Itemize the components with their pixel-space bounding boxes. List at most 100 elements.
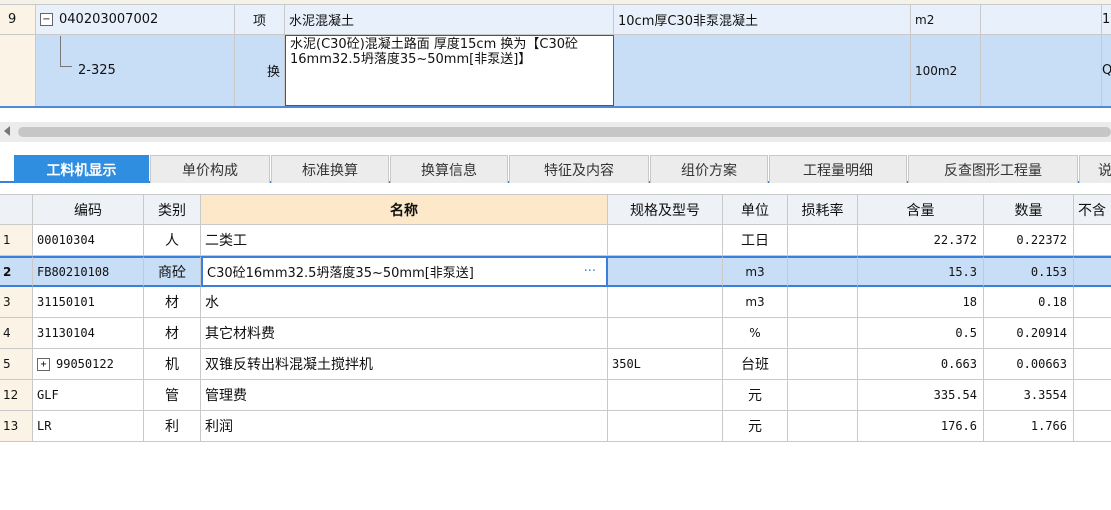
resource-unit[interactable]: m3 <box>723 287 788 318</box>
item-code-cell[interactable]: − 040203007002 <box>36 5 235 34</box>
resource-quantity[interactable]: 0.20914 <box>984 318 1074 349</box>
col-header-category[interactable]: 类别 <box>144 194 201 225</box>
resource-code[interactable]: GLF <box>33 380 144 411</box>
item-name[interactable]: 水泥混凝土 <box>285 5 614 34</box>
tab-quantity-detail[interactable]: 工程量明细 <box>769 155 907 183</box>
resource-unit[interactable]: % <box>723 318 788 349</box>
item-sub-row[interactable]: 2-325 换 水泥(C30砼)混凝土路面 厚度15cm 换为【C30砼16mm… <box>0 35 1111 108</box>
resource-spec[interactable] <box>608 318 723 349</box>
item-feature[interactable]: 10cm厚C30非泵混凝土 <box>614 5 911 34</box>
resource-excl[interactable] <box>1074 256 1111 287</box>
resource-spec[interactable] <box>608 225 723 256</box>
resource-loss-rate[interactable] <box>788 380 858 411</box>
scrollbar-thumb[interactable] <box>18 127 1111 137</box>
resource-category[interactable]: 商砼 <box>144 256 201 287</box>
resource-name[interactable]: C30砼16mm32.5坍落度35~50mm[非泵送] <box>207 262 474 281</box>
resource-loss-rate[interactable] <box>788 256 858 287</box>
resource-excl[interactable] <box>1074 380 1111 411</box>
resource-code[interactable]: 00010304 <box>33 225 144 256</box>
resource-spec[interactable] <box>608 380 723 411</box>
col-header-code[interactable]: 编码 <box>33 194 144 225</box>
col-header-excl[interactable]: 不含 <box>1074 194 1111 225</box>
resource-category[interactable]: 利 <box>144 411 201 442</box>
resource-excl[interactable] <box>1074 225 1111 256</box>
resource-quantity[interactable]: 1.766 <box>984 411 1074 442</box>
resource-name-editor[interactable]: C30砼16mm32.5坍落度35~50mm[非泵送] ··· <box>201 256 608 287</box>
resource-row-selected[interactable]: 2 FB80210108 商砼 C30砼16mm32.5坍落度35~50mm[非… <box>0 256 1111 287</box>
resource-unit[interactable]: 工日 <box>723 225 788 256</box>
resource-content[interactable]: 335.54 <box>858 380 984 411</box>
sub-name[interactable]: 水泥(C30砼)混凝土路面 厚度15cm 换为【C30砼16mm32.5坍落度3… <box>285 35 614 106</box>
more-options-icon[interactable]: ··· <box>584 264 596 279</box>
resource-excl[interactable] <box>1074 318 1111 349</box>
col-header-quantity[interactable]: 数量 <box>984 194 1074 225</box>
tab-standard-conversion[interactable]: 标准换算 <box>271 155 389 183</box>
resource-quantity[interactable]: 0.00663 <box>984 349 1074 380</box>
tab-unit-price[interactable]: 单价构成 <box>150 155 270 183</box>
sub-code-cell[interactable]: 2-325 <box>36 35 235 106</box>
resource-quantity[interactable]: 0.18 <box>984 287 1074 318</box>
col-header-content[interactable]: 含量 <box>858 194 984 225</box>
resource-quantity[interactable]: 0.153 <box>984 256 1074 287</box>
sub-feature[interactable] <box>614 35 911 106</box>
item-row[interactable]: 9 − 040203007002 项 水泥混凝土 10cm厚C30非泵混凝土 m… <box>0 5 1111 35</box>
resource-code[interactable]: LR <box>33 411 144 442</box>
resource-unit[interactable]: m3 <box>723 256 788 287</box>
resource-content[interactable]: 0.5 <box>858 318 984 349</box>
resource-unit[interactable]: 元 <box>723 411 788 442</box>
resource-name[interactable]: 二类工 <box>201 225 608 256</box>
resource-name[interactable]: 利润 <box>201 411 608 442</box>
col-header-unit[interactable]: 单位 <box>723 194 788 225</box>
resource-row[interactable]: 13 LR 利 利润 元 176.6 1.766 <box>0 411 1111 442</box>
resource-excl[interactable] <box>1074 287 1111 318</box>
tab-more[interactable]: 说 <box>1079 155 1111 183</box>
expand-icon[interactable]: + <box>37 357 50 371</box>
resource-name[interactable]: 其它材料费 <box>201 318 608 349</box>
resource-category[interactable]: 管 <box>144 380 201 411</box>
resource-content[interactable]: 15.3 <box>858 256 984 287</box>
resource-loss-rate[interactable] <box>788 287 858 318</box>
resource-category[interactable]: 材 <box>144 287 201 318</box>
resource-category[interactable]: 人 <box>144 225 201 256</box>
tab-conversion-info[interactable]: 换算信息 <box>390 155 508 183</box>
resource-unit[interactable]: 台班 <box>723 349 788 380</box>
resource-name[interactable]: 水 <box>201 287 608 318</box>
resource-content[interactable]: 176.6 <box>858 411 984 442</box>
resource-row[interactable]: 5 + 99050122 机 双锥反转出料混凝土搅拌机 350L 台班 0.66… <box>0 349 1111 380</box>
resource-spec[interactable]: 350L <box>608 349 723 380</box>
resource-name[interactable]: 双锥反转出料混凝土搅拌机 <box>201 349 608 380</box>
resource-code[interactable]: 31130104 <box>33 318 144 349</box>
resource-quantity[interactable]: 0.22372 <box>984 225 1074 256</box>
resource-loss-rate[interactable] <box>788 411 858 442</box>
tab-labor-material-machine[interactable]: 工料机显示 <box>14 155 149 183</box>
tab-reverse-graphic-quantity[interactable]: 反查图形工程量 <box>908 155 1078 183</box>
resource-quantity[interactable]: 3.3554 <box>984 380 1074 411</box>
resource-row[interactable]: 4 31130104 材 其它材料费 % 0.5 0.20914 <box>0 318 1111 349</box>
col-header-spec[interactable]: 规格及型号 <box>608 194 723 225</box>
resource-loss-rate[interactable] <box>788 225 858 256</box>
tab-features-content[interactable]: 特征及内容 <box>509 155 649 183</box>
resource-category[interactable]: 机 <box>144 349 201 380</box>
resource-excl[interactable] <box>1074 411 1111 442</box>
collapse-icon[interactable]: − <box>40 13 53 26</box>
resource-code[interactable]: FB80210108 <box>33 256 144 287</box>
resource-spec[interactable] <box>608 411 723 442</box>
resource-code[interactable]: 31150101 <box>33 287 144 318</box>
resource-unit[interactable]: 元 <box>723 380 788 411</box>
resource-spec[interactable] <box>608 287 723 318</box>
resource-content[interactable]: 18 <box>858 287 984 318</box>
resource-loss-rate[interactable] <box>788 318 858 349</box>
tab-pricing-plan[interactable]: 组价方案 <box>650 155 768 183</box>
horizontal-scrollbar[interactable] <box>0 122 1111 142</box>
col-header-name[interactable]: 名称 <box>201 194 608 225</box>
resource-excl[interactable] <box>1074 349 1111 380</box>
resource-code-cell[interactable]: + 99050122 <box>33 349 144 380</box>
resource-loss-rate[interactable] <box>788 349 858 380</box>
resource-name[interactable]: 管理费 <box>201 380 608 411</box>
item-empty-cell[interactable] <box>981 5 1102 34</box>
resource-category[interactable]: 材 <box>144 318 201 349</box>
resource-row[interactable]: 3 31150101 材 水 m3 18 0.18 <box>0 287 1111 318</box>
scroll-left-icon[interactable] <box>4 126 10 136</box>
col-header-loss-rate[interactable]: 损耗率 <box>788 194 858 225</box>
resource-content[interactable]: 0.663 <box>858 349 984 380</box>
